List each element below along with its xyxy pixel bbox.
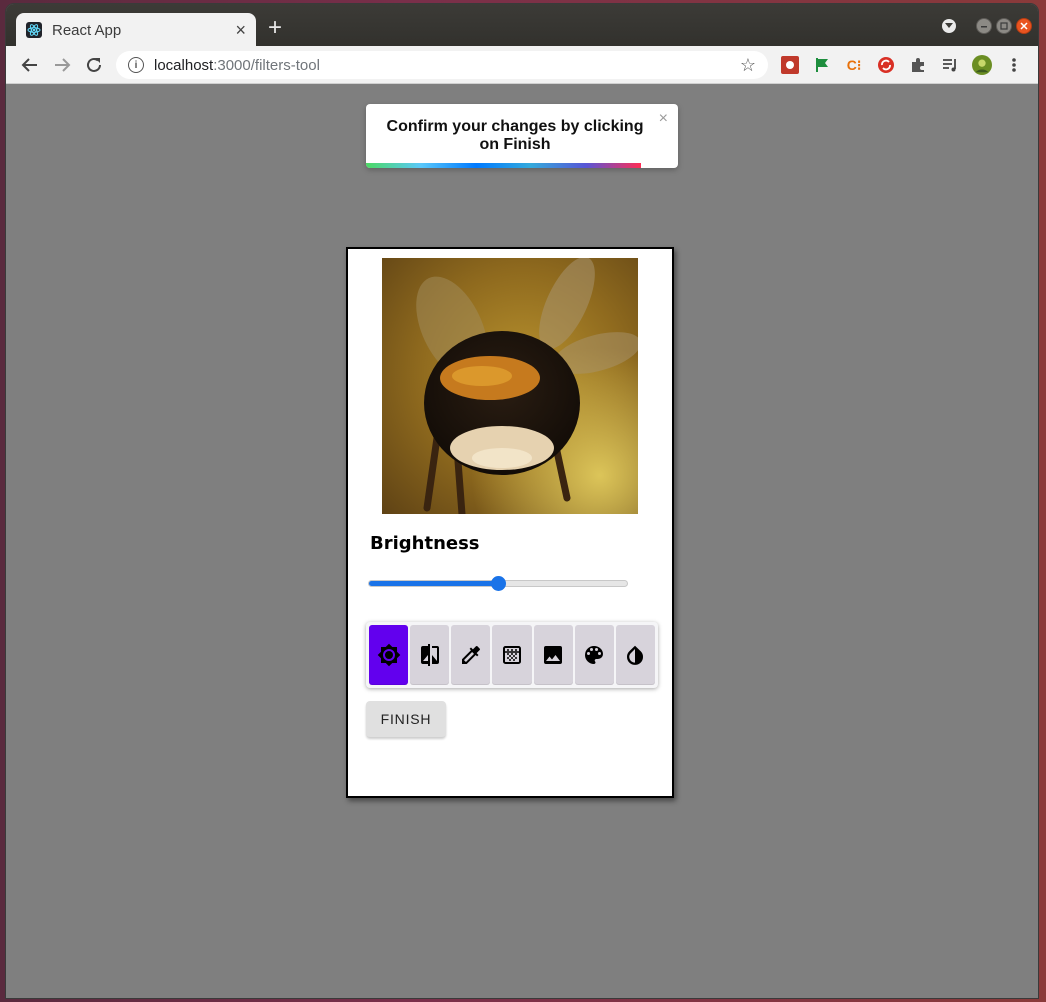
texture-icon[interactable]: [492, 625, 532, 685]
browser-toolbar: i localhost:3000/filters-tool ☆ C⁝: [6, 46, 1038, 84]
image-icon[interactable]: [533, 625, 573, 685]
minimize-icon[interactable]: [976, 18, 992, 34]
slider-fill: [369, 581, 498, 586]
back-icon[interactable]: [14, 49, 46, 81]
palette-icon[interactable]: [574, 625, 614, 685]
close-window-icon[interactable]: [1016, 18, 1032, 34]
maximize-icon[interactable]: [996, 18, 1012, 34]
media-queue-icon[interactable]: [940, 55, 960, 75]
new-tab-button[interactable]: +: [268, 16, 282, 40]
slider-thumb[interactable]: [491, 576, 506, 591]
toast-notification: Confirm your changes by clicking on Fini…: [366, 104, 678, 168]
browser-tab[interactable]: React App ×: [16, 13, 256, 47]
brightness-slider[interactable]: [368, 576, 628, 591]
tab-title: React App: [52, 21, 122, 39]
toast-close-icon[interactable]: ×: [659, 110, 668, 128]
extension-icons: C⁝: [780, 55, 1024, 75]
profile-avatar[interactable]: [972, 55, 992, 75]
window-controls: [942, 18, 1032, 34]
slider-label: Brightness: [370, 533, 480, 554]
filter-toolbar: [366, 622, 658, 688]
editor-card: Brightness FINISH: [346, 247, 674, 798]
forward-icon[interactable]: [46, 49, 78, 81]
reload-icon[interactable]: [78, 49, 110, 81]
url-text: localhost:3000/filters-tool: [154, 57, 740, 74]
browser-window: React App × + i localhost:3000/filters-t…: [6, 4, 1038, 998]
tab-close-icon[interactable]: ×: [235, 21, 246, 39]
page-viewport: Confirm your changes by clicking on Fini…: [6, 84, 1038, 998]
brightness-icon[interactable]: [369, 625, 409, 685]
finish-button[interactable]: FINISH: [366, 701, 446, 737]
invert-icon[interactable]: [615, 625, 655, 685]
url-path: :3000/filters-tool: [213, 56, 320, 74]
sync-icon[interactable]: [876, 55, 896, 75]
menu-icon[interactable]: [1004, 55, 1024, 75]
extension-red-icon[interactable]: [780, 55, 800, 75]
puzzle-icon[interactable]: [908, 55, 928, 75]
tab-search-icon[interactable]: [942, 19, 956, 33]
extension-c-icon[interactable]: C⁝: [844, 55, 864, 75]
eyedropper-icon[interactable]: [451, 625, 491, 685]
toast-message: Confirm your changes by clicking on Fini…: [386, 118, 644, 153]
flag-icon[interactable]: [812, 55, 832, 75]
contrast-icon[interactable]: [410, 625, 450, 685]
bee-photo: [382, 258, 638, 514]
address-bar[interactable]: i localhost:3000/filters-tool ☆: [116, 51, 768, 79]
bookmark-star-icon[interactable]: ☆: [740, 55, 756, 76]
react-icon: [26, 22, 42, 38]
site-info-icon[interactable]: i: [128, 57, 144, 73]
title-bar: React App × +: [6, 4, 1038, 47]
toast-progress-bar: [366, 163, 641, 168]
url-host: localhost: [154, 56, 214, 74]
